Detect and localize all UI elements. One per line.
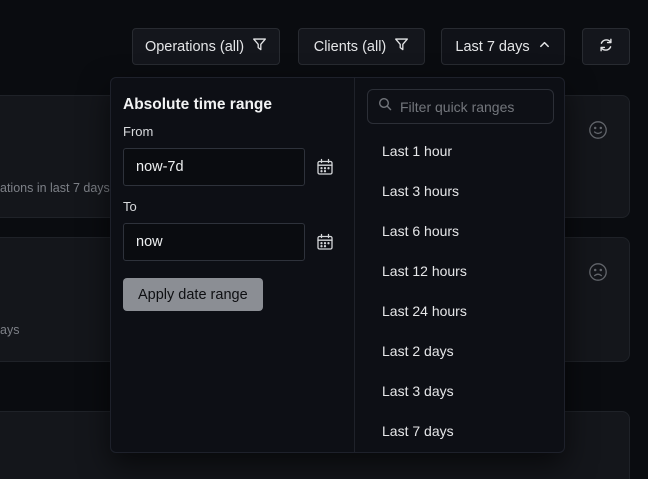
refresh-icon	[598, 37, 614, 57]
quick-range-filter-input[interactable]	[400, 99, 543, 115]
quick-range-option[interactable]: Last 24 hours	[355, 291, 564, 331]
quick-range-filter[interactable]	[367, 89, 554, 124]
clients-filter-button[interactable]: Clients (all)	[298, 28, 425, 65]
clients-filter-label: Clients (all)	[314, 39, 387, 55]
card1-caption: ations in last 7 days	[0, 181, 110, 195]
quick-range-option[interactable]: Last 7 days	[355, 411, 564, 451]
from-label: From	[123, 124, 153, 139]
quick-range-option[interactable]: Last 3 hours	[355, 171, 564, 211]
time-range-label: Last 7 days	[455, 39, 529, 55]
operations-filter-label: Operations (all)	[145, 39, 244, 55]
happy-face-icon	[587, 119, 609, 141]
to-label: To	[123, 199, 137, 214]
quick-range-option[interactable]: Last 3 days	[355, 371, 564, 411]
quick-range-option[interactable]: Last 2 days	[355, 331, 564, 371]
sad-face-icon	[587, 261, 609, 283]
search-icon	[378, 97, 392, 116]
dashboard-page: ations in last 7 days ays Operations (al…	[0, 0, 648, 479]
to-calendar-icon[interactable]	[315, 233, 335, 253]
card2-caption: ays	[0, 323, 19, 337]
quick-range-option[interactable]: Last 1 hour	[355, 131, 564, 171]
funnel-icon	[252, 37, 267, 56]
apply-date-range-button[interactable]: Apply date range	[123, 278, 263, 311]
quick-range-option[interactable]: Last 6 hours	[355, 211, 564, 251]
refresh-button[interactable]	[582, 28, 630, 65]
from-calendar-icon[interactable]	[315, 158, 335, 178]
time-picker-dropdown: Absolute time range From To	[110, 77, 565, 453]
funnel-icon	[394, 37, 409, 56]
time-range-button[interactable]: Last 7 days	[441, 28, 565, 65]
to-input[interactable]	[123, 223, 305, 261]
chevron-up-icon	[538, 38, 551, 55]
quick-range-list: Last 1 hour Last 3 hours Last 6 hours La…	[355, 131, 564, 451]
quick-ranges-section: Last 1 hour Last 3 hours Last 6 hours La…	[354, 78, 564, 452]
from-input[interactable]	[123, 148, 305, 186]
quick-range-option[interactable]: Last 12 hours	[355, 251, 564, 291]
operations-filter-button[interactable]: Operations (all)	[132, 28, 280, 65]
absolute-time-range-title: Absolute time range	[123, 96, 272, 114]
absolute-time-range-section: Absolute time range From To	[111, 78, 354, 452]
